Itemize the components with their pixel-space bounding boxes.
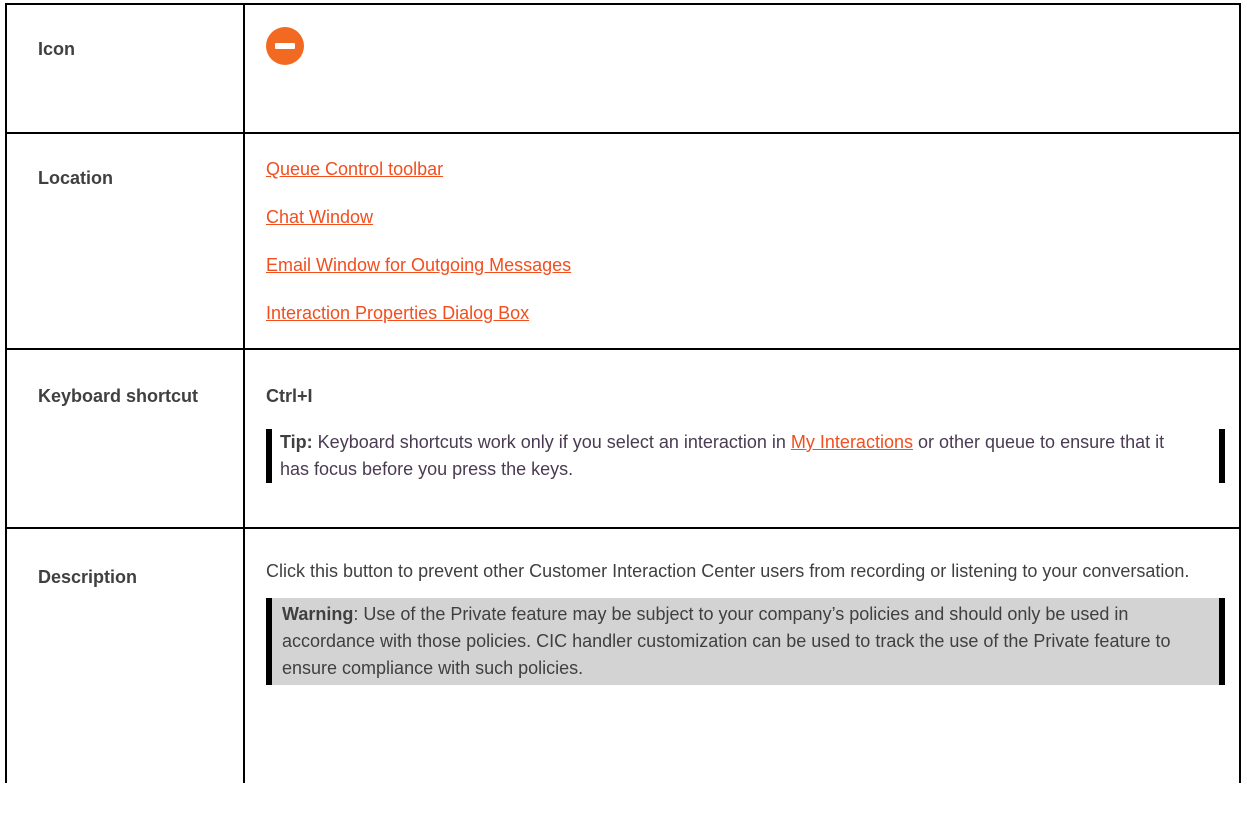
warning-callout: Warning: Use of the Private feature may …: [266, 598, 1225, 685]
value-cell: [243, 3, 1241, 134]
tip-text-before: Keyboard shortcuts work only if you sele…: [312, 432, 791, 452]
row-label-icon: Icon: [38, 39, 76, 59]
label-cell: Location: [5, 132, 245, 350]
table-row-location: Location Queue Control toolbar Chat Wind…: [5, 132, 1241, 350]
warning-prefix: Warning: [282, 604, 354, 624]
row-label-keyboard: Keyboard shortcut: [38, 386, 199, 406]
link-chat-window[interactable]: Chat Window: [266, 204, 1225, 230]
link-interaction-properties[interactable]: Interaction Properties Dialog Box: [266, 300, 1225, 326]
keyboard-shortcut: Ctrl+I: [266, 386, 313, 406]
label-cell: Description: [5, 527, 245, 783]
private-stop-icon: [266, 27, 304, 65]
value-cell: Ctrl+I Tip: Keyboard shortcuts work only…: [243, 348, 1241, 529]
link-queue-control-toolbar[interactable]: Queue Control toolbar: [266, 156, 1225, 182]
value-cell: Click this button to prevent other Custo…: [243, 527, 1241, 783]
tip-prefix: Tip:: [280, 432, 313, 452]
label-cell: Keyboard shortcut: [5, 348, 245, 529]
feature-table: Icon Location Queue Control toolbar Chat…: [5, 3, 1241, 783]
row-label-description: Description: [38, 567, 138, 587]
value-cell: Queue Control toolbar Chat Window Email …: [243, 132, 1241, 350]
table-row-keyboard: Keyboard shortcut Ctrl+I Tip: Keyboard s…: [5, 348, 1241, 529]
table-row-icon: Icon: [5, 3, 1241, 134]
link-email-window[interactable]: Email Window for Outgoing Messages: [266, 252, 1225, 278]
table-row-description: Description Click this button to prevent…: [5, 527, 1241, 783]
row-label-location: Location: [38, 168, 113, 188]
warning-text: : Use of the Private feature may be subj…: [282, 604, 1171, 678]
link-my-interactions[interactable]: My Interactions: [791, 432, 913, 452]
label-cell: Icon: [5, 3, 245, 134]
description-text: Click this button to prevent other Custo…: [266, 561, 1190, 581]
tip-callout: Tip: Keyboard shortcuts work only if you…: [266, 429, 1225, 483]
